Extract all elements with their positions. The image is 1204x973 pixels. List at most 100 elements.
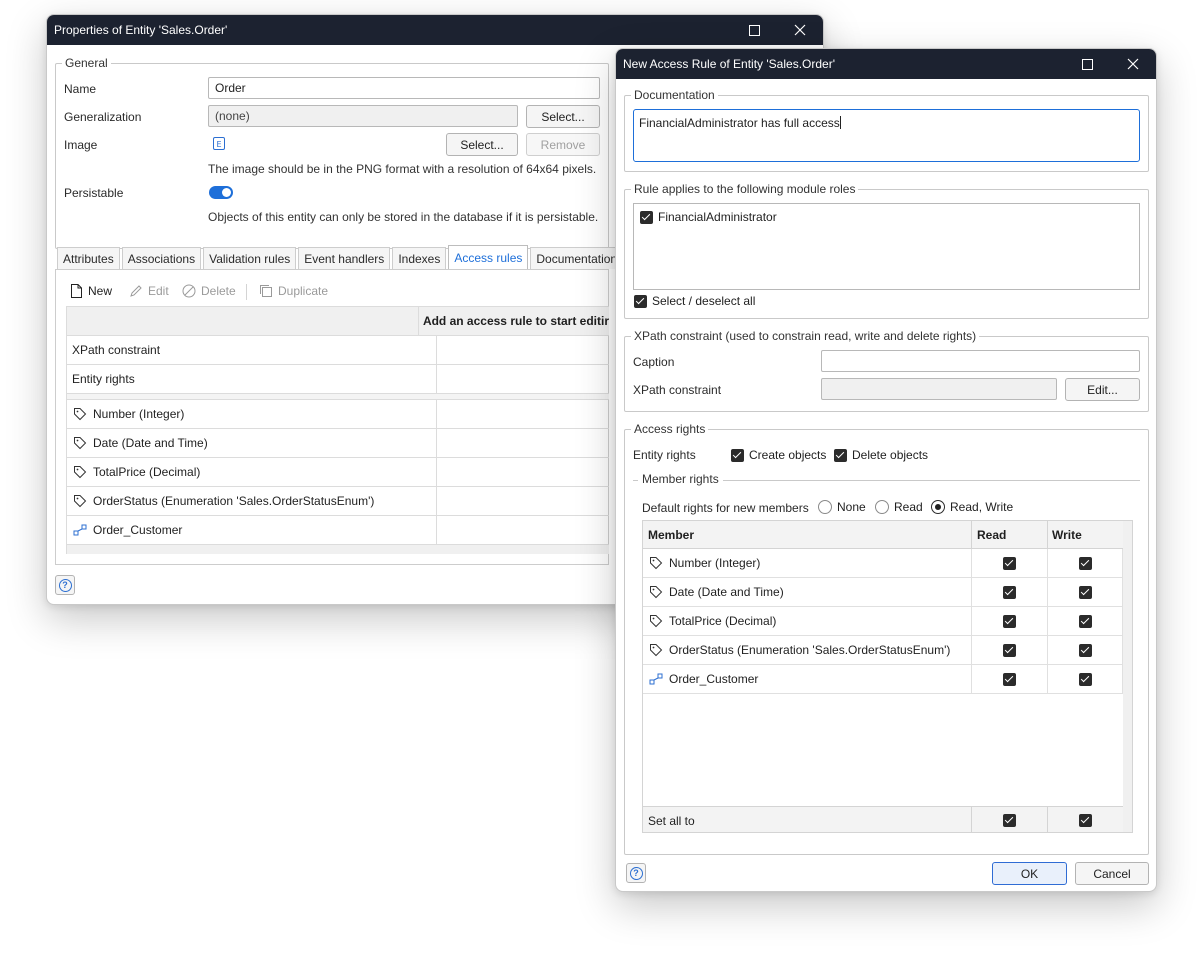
radio-read[interactable]: Read — [875, 500, 923, 514]
image-remove-button[interactable]: Remove — [526, 133, 600, 156]
edit-button[interactable]: Edit — [129, 284, 169, 298]
read-checkbox[interactable] — [1003, 672, 1016, 686]
write-cell — [1048, 578, 1123, 606]
maximize-button[interactable] — [1064, 49, 1110, 79]
set-all-row[interactable]: Set all to — [643, 806, 1123, 832]
persistable-label: Persistable — [64, 186, 124, 200]
access-rule-titlebar: New Access Rule of Entity 'Sales.Order' — [616, 49, 1156, 79]
member-label: Date (Date and Time) — [669, 585, 784, 599]
help-button[interactable]: ? — [626, 863, 646, 883]
read-cell — [972, 636, 1048, 664]
grid-member-row[interactable]: TotalPrice (Decimal) — [67, 458, 609, 487]
grid-footer-row — [67, 545, 609, 554]
read-checkbox[interactable] — [1003, 614, 1016, 628]
radio-read-write-label: Read, Write — [950, 500, 1014, 514]
xpath-constraint-field — [821, 378, 1057, 400]
create-objects-toggle[interactable]: Create objects — [731, 448, 826, 462]
grid-member-row[interactable]: Number (Integer) — [67, 400, 609, 429]
radio-read-write-control[interactable] — [931, 500, 945, 514]
edit-label: Edit — [148, 284, 169, 298]
caption-input[interactable] — [821, 350, 1140, 372]
association-icon — [73, 524, 87, 536]
role-checkbox[interactable] — [640, 210, 653, 224]
maximize-icon — [1081, 58, 1093, 70]
member-label: Number (Integer) — [93, 407, 185, 421]
write-checkbox[interactable] — [1079, 643, 1092, 657]
member-rights-table: Member Read Write Number (Integer) Date … — [642, 520, 1133, 833]
pencil-icon — [130, 285, 142, 297]
grid-row-entity-rights[interactable]: Entity rights — [67, 365, 609, 394]
radio-none[interactable]: None — [818, 500, 866, 514]
svg-text:E: E — [216, 140, 221, 149]
image-label: Image — [64, 138, 98, 152]
create-objects-checkbox[interactable] — [731, 448, 744, 462]
set-all-write-checkbox[interactable] — [1079, 814, 1092, 827]
persistable-toggle[interactable] — [209, 186, 233, 199]
grid-member-row[interactable]: OrderStatus (Enumeration 'Sales.OrderSta… — [67, 487, 609, 516]
duplicate-button[interactable]: Duplicate — [259, 284, 328, 298]
new-button[interactable]: New — [71, 284, 112, 298]
member-cell: OrderStatus (Enumeration 'Sales.OrderSta… — [643, 636, 972, 664]
tab-indexes[interactable]: Indexes — [392, 247, 447, 269]
close-icon — [1127, 58, 1139, 70]
tab-validation-rules[interactable]: Validation rules — [203, 247, 297, 269]
grid-row-xpath[interactable]: XPath constraint — [67, 336, 609, 365]
col-write-header[interactable]: Write — [1048, 521, 1123, 548]
documentation-textarea[interactable]: FinancialAdministrator has full access — [633, 109, 1140, 162]
delete-button[interactable]: Delete — [182, 284, 236, 298]
cancel-button[interactable]: Cancel — [1075, 862, 1149, 885]
read-checkbox[interactable] — [1003, 556, 1016, 570]
xpath-edit-button[interactable]: Edit... — [1065, 378, 1140, 401]
tab-attributes[interactable]: Attributes — [57, 247, 120, 269]
radio-read-control[interactable] — [875, 500, 889, 514]
grid-member-row[interactable]: Order_Customer — [67, 516, 609, 545]
write-checkbox[interactable] — [1079, 614, 1092, 628]
access-rights-legend: Access rights — [631, 421, 709, 437]
table-row[interactable]: Date (Date and Time) — [643, 578, 1123, 607]
delete-objects-toggle[interactable]: Delete objects — [834, 448, 928, 462]
help-button[interactable]: ? — [55, 575, 75, 595]
image-hint: The image should be in the PNG format wi… — [208, 162, 597, 176]
table-row[interactable]: TotalPrice (Decimal) — [643, 607, 1123, 636]
read-cell — [972, 578, 1048, 606]
write-checkbox[interactable] — [1079, 585, 1092, 599]
generalization-label: Generalization — [64, 110, 142, 124]
name-input[interactable]: Order — [208, 77, 600, 99]
text-caret — [839, 116, 841, 129]
caption-label: Caption — [633, 355, 675, 369]
tab-event-handlers[interactable]: Event handlers — [298, 247, 391, 269]
grid-member-row[interactable]: Date (Date and Time) — [67, 429, 609, 458]
table-row[interactable]: Order_Customer — [643, 665, 1123, 694]
col-read-header[interactable]: Read — [972, 521, 1048, 548]
ok-button[interactable]: OK — [992, 862, 1067, 885]
radio-read-write[interactable]: Read, Write — [931, 500, 1013, 514]
set-all-read-checkbox[interactable] — [1003, 814, 1016, 827]
tab-access-rules[interactable]: Access rules — [448, 245, 529, 269]
role-item[interactable]: FinancialAdministrator — [640, 210, 777, 224]
table-row[interactable]: Number (Integer) — [643, 549, 1123, 578]
close-button[interactable] — [1110, 49, 1156, 79]
table-row[interactable]: OrderStatus (Enumeration 'Sales.OrderSta… — [643, 636, 1123, 665]
read-cell — [972, 549, 1048, 577]
delete-objects-checkbox[interactable] — [834, 448, 847, 462]
maximize-button[interactable] — [731, 15, 777, 45]
close-button[interactable] — [777, 15, 823, 45]
col-member-header[interactable]: Member — [643, 521, 972, 548]
role-label: FinancialAdministrator — [658, 210, 777, 224]
member-label: OrderStatus (Enumeration 'Sales.OrderSta… — [669, 643, 951, 657]
generalization-select-button[interactable]: Select... — [526, 105, 600, 128]
radio-none-label: None — [837, 500, 866, 514]
image-select-button[interactable]: Select... — [446, 133, 518, 156]
read-checkbox[interactable] — [1003, 643, 1016, 657]
table-scrollbar[interactable] — [1122, 521, 1132, 832]
tag-icon — [650, 615, 663, 628]
write-checkbox[interactable] — [1079, 556, 1092, 570]
entity-rights-label: Entity rights — [633, 448, 696, 462]
tab-documentation[interactable]: Documentation — [530, 247, 624, 269]
select-all-checkbox[interactable] — [634, 294, 647, 308]
write-checkbox[interactable] — [1079, 672, 1092, 686]
radio-none-control[interactable] — [818, 500, 832, 514]
read-checkbox[interactable] — [1003, 585, 1016, 599]
tab-associations[interactable]: Associations — [121, 247, 202, 269]
select-all-toggle[interactable]: Select / deselect all — [634, 294, 755, 308]
